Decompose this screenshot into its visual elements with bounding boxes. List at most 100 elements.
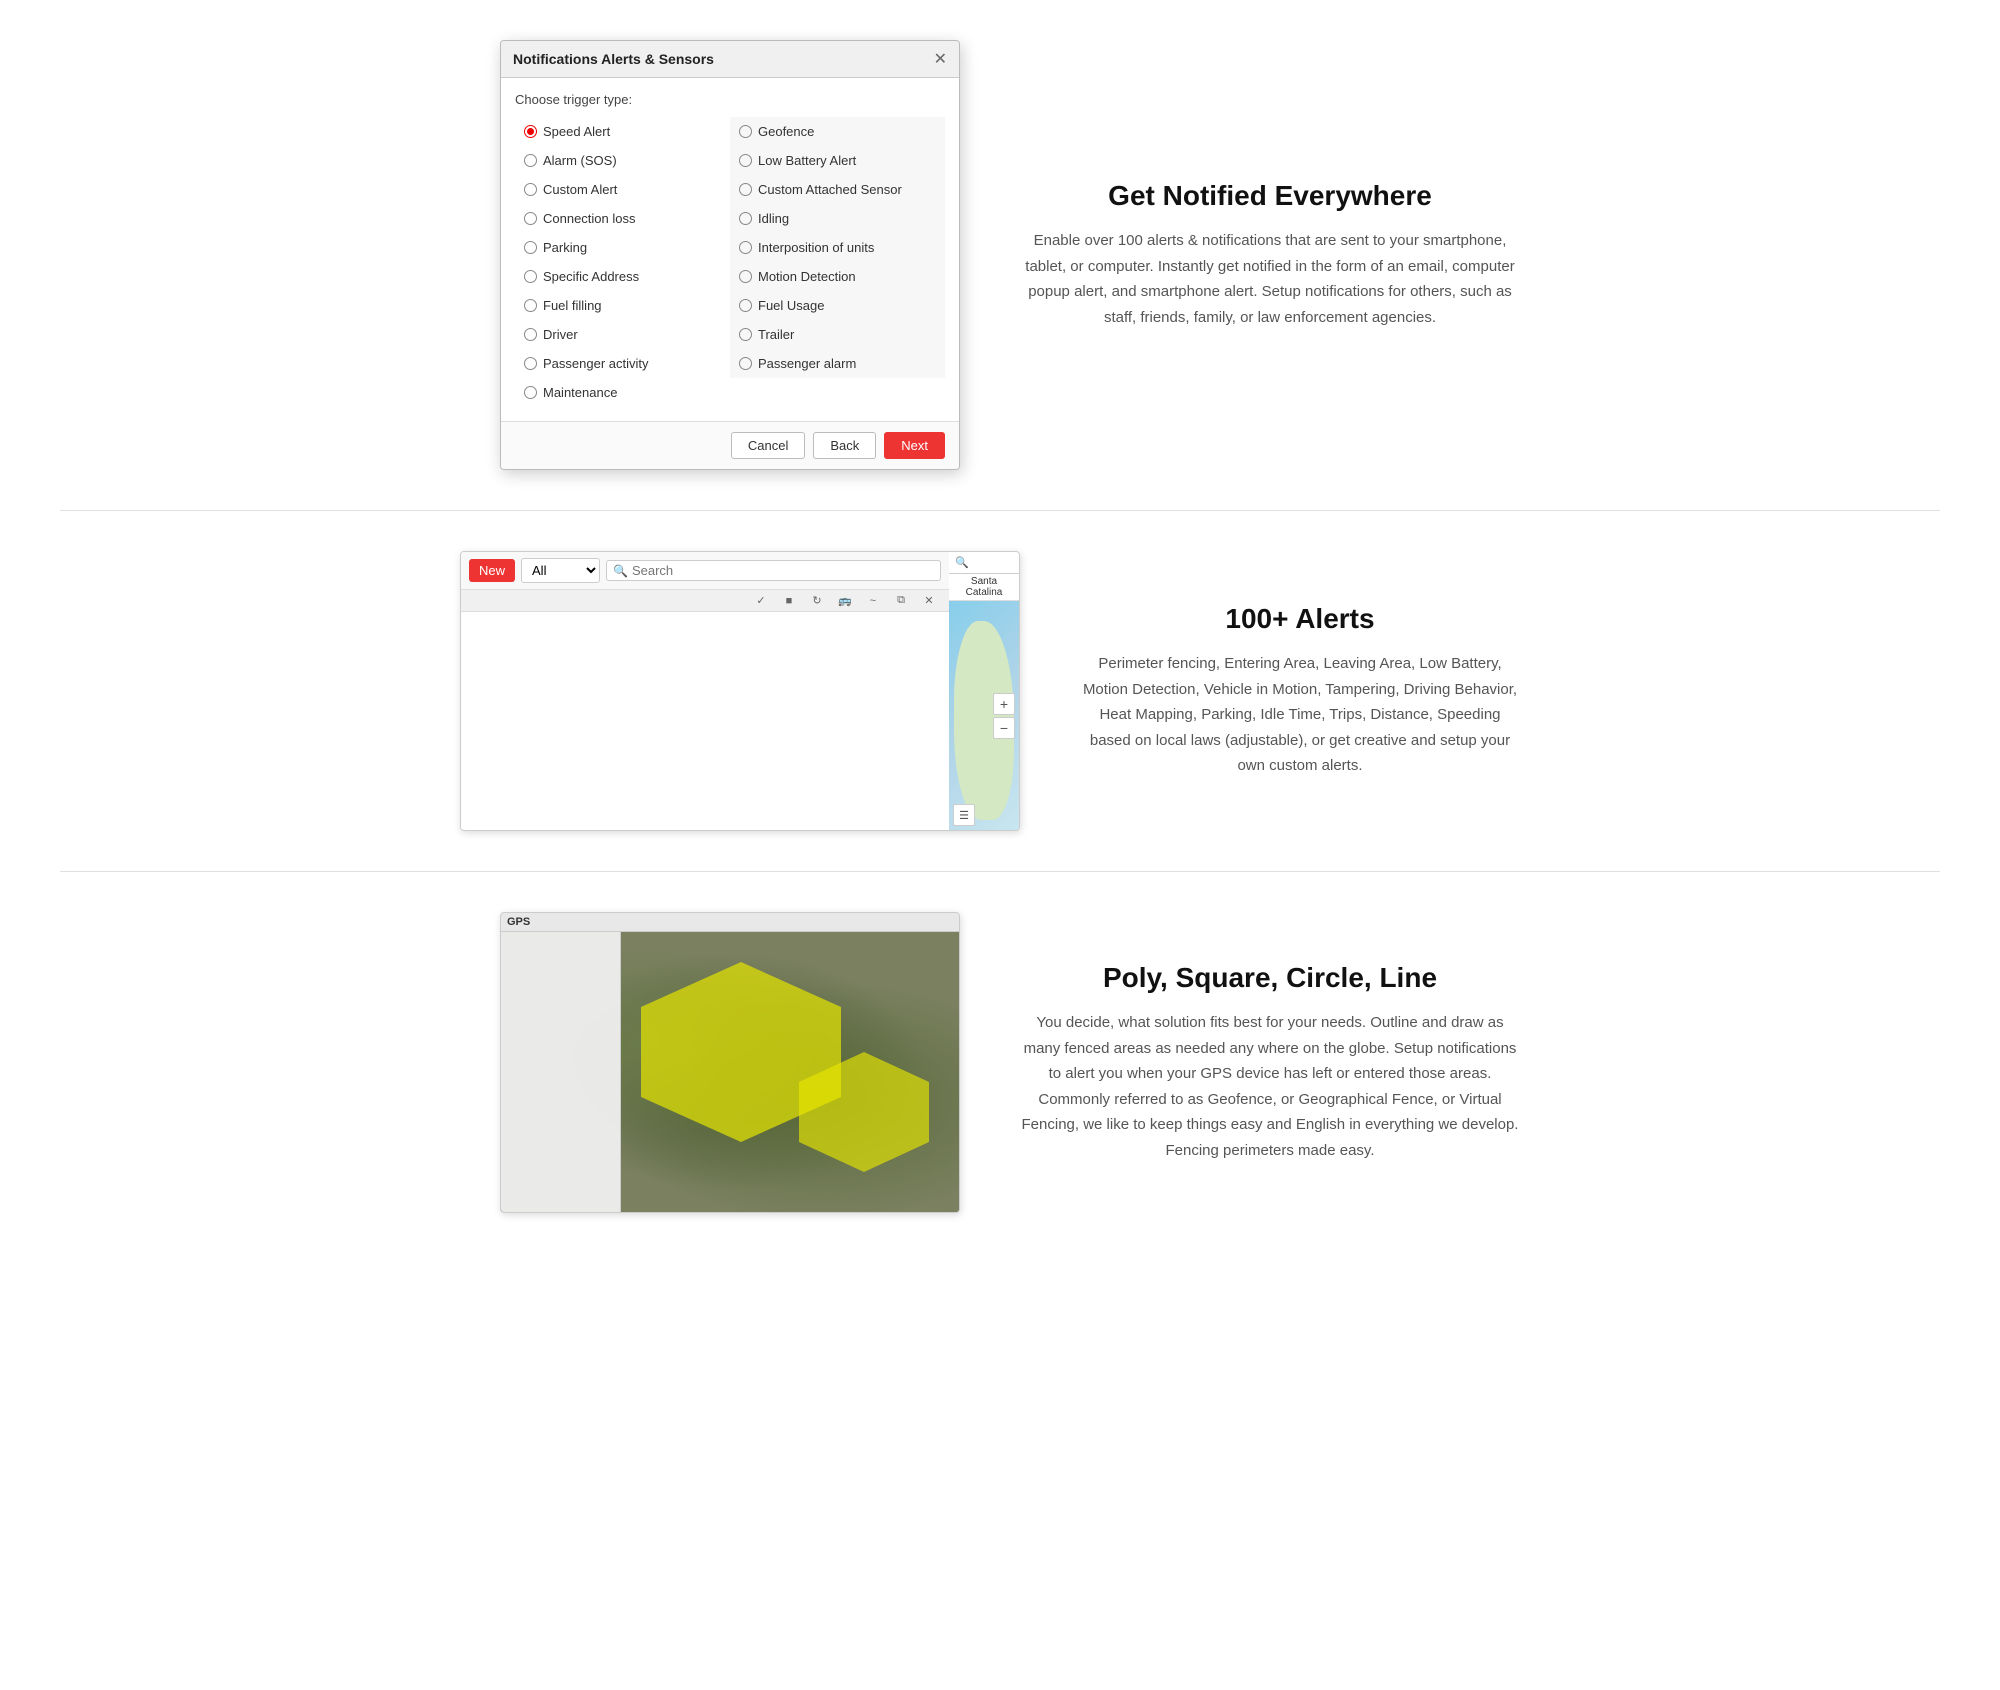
trigger-option[interactable]: Custom Alert — [515, 175, 730, 204]
col-delete: ✕ — [917, 594, 941, 607]
radio-icon — [524, 299, 537, 312]
map-search-icon: 🔍 — [955, 556, 969, 569]
geo-header: GPS — [501, 913, 959, 932]
section3-body: You decide, what solution fits best for … — [1020, 1010, 1520, 1163]
option-label: Connection loss — [543, 211, 636, 226]
section1-body: Enable over 100 alerts & notifications t… — [1020, 228, 1520, 330]
section-notifications: Get Notified Everywhere Enable over 100 … — [400, 0, 1600, 510]
trigger-option[interactable]: Fuel Usage — [730, 291, 945, 320]
radio-icon — [524, 386, 537, 399]
radio-icon — [739, 212, 752, 225]
modal-close-icon[interactable]: ✕ — [934, 49, 947, 69]
option-label: Passenger activity — [543, 356, 649, 371]
radio-icon — [739, 125, 752, 138]
radio-icon — [524, 183, 537, 196]
option-label: Parking — [543, 240, 587, 255]
radio-icon — [739, 241, 752, 254]
option-label: Passenger alarm — [758, 356, 856, 371]
col-refresh: ↻ — [805, 594, 829, 607]
trigger-option[interactable]: Fuel filling — [515, 291, 730, 320]
map-list-icon[interactable]: ☰ — [953, 804, 975, 826]
radio-icon — [524, 241, 537, 254]
trigger-option[interactable]: Interposition of units — [730, 233, 945, 262]
radio-icon — [739, 183, 752, 196]
trigger-option[interactable]: Custom Attached Sensor — [730, 175, 945, 204]
alerts-list: New All Active Inactive 🔍 ✓ — [461, 552, 949, 830]
section2-body: Perimeter fencing, Entering Area, Leavin… — [1080, 651, 1520, 779]
alerts-toolbar: New All Active Inactive 🔍 — [461, 552, 949, 590]
col-device: 🚌 — [833, 594, 857, 607]
option-label: Low Battery Alert — [758, 153, 856, 168]
section1-visual: Notifications Alerts & Sensors ✕ Choose … — [460, 40, 960, 470]
trigger-option[interactable]: Specific Address — [515, 262, 730, 291]
col-check: ✓ — [749, 594, 773, 607]
filter-select[interactable]: All Active Inactive — [521, 558, 600, 583]
notifications-modal: Notifications Alerts & Sensors ✕ Choose … — [500, 40, 960, 470]
next-button[interactable]: Next — [884, 432, 945, 459]
modal-body: Choose trigger type: Speed Alert Geofence… — [501, 78, 959, 421]
section1-text: Get Notified Everywhere Enable over 100 … — [1000, 160, 1540, 350]
trigger-option[interactable]: Alarm (SOS) — [515, 146, 730, 175]
radio-icon — [739, 270, 752, 283]
trigger-option[interactable]: Trailer — [730, 320, 945, 349]
radio-icon — [524, 212, 537, 225]
radio-icon — [739, 328, 752, 341]
cancel-button[interactable]: Cancel — [731, 432, 805, 459]
option-label: Interposition of units — [758, 240, 874, 255]
section3-title: Poly, Square, Circle, Line — [1020, 962, 1520, 994]
geo-map-body — [501, 932, 959, 1212]
new-alert-button[interactable]: New — [469, 559, 515, 582]
zoom-out-button[interactable]: − — [993, 717, 1015, 739]
trigger-option[interactable]: Passenger activity — [515, 349, 730, 378]
trigger-option[interactable]: Low Battery Alert — [730, 146, 945, 175]
modal-header: Notifications Alerts & Sensors ✕ — [501, 41, 959, 78]
map-search-bar: 🔍 — [949, 552, 1019, 574]
search-icon: 🔍 — [613, 564, 628, 578]
option-label: Trailer — [758, 327, 794, 342]
trigger-option[interactable]: Speed Alert — [515, 117, 730, 146]
trigger-option[interactable]: Idling — [730, 204, 945, 233]
radio-icon — [739, 299, 752, 312]
modal-title: Notifications Alerts & Sensors — [513, 51, 714, 67]
radio-icon — [524, 328, 537, 341]
radio-icon — [739, 154, 752, 167]
section1-title: Get Notified Everywhere — [1020, 180, 1520, 212]
search-box: 🔍 — [606, 560, 941, 581]
radio-icon — [524, 357, 537, 370]
section2-visual: New All Active Inactive 🔍 ✓ — [460, 551, 1020, 831]
trigger-option[interactable]: Connection loss — [515, 204, 730, 233]
map-area: + − ☰ — [949, 601, 1019, 830]
option-label: Fuel Usage — [758, 298, 824, 313]
option-label: Custom Attached Sensor — [758, 182, 902, 197]
trigger-option[interactable]: Driver — [515, 320, 730, 349]
section2-title: 100+ Alerts — [1080, 603, 1520, 635]
section-geofence: Poly, Square, Circle, Line You decide, w… — [400, 872, 1600, 1253]
col-num2: ~ — [861, 595, 885, 607]
alerts-rows-container — [461, 612, 949, 830]
section3-visual: GPS — [460, 912, 960, 1213]
trigger-option[interactable]: Passenger alarm — [730, 349, 945, 378]
back-button[interactable]: Back — [813, 432, 876, 459]
map-location-label: Santa Catalina — [949, 574, 1019, 601]
zoom-controls: + − — [993, 693, 1015, 739]
option-label: Speed Alert — [543, 124, 610, 139]
search-input[interactable] — [632, 563, 934, 578]
radio-icon — [524, 154, 537, 167]
option-label: Alarm (SOS) — [543, 153, 617, 168]
section-alerts: New All Active Inactive 🔍 ✓ — [400, 511, 1600, 871]
trigger-option[interactable]: Parking — [515, 233, 730, 262]
trigger-option[interactable]: Geofence — [730, 117, 945, 146]
alerts-column-headers: ✓ ■ ↻ 🚌 ~ ⧉ ✕ — [461, 590, 949, 612]
option-label: Geofence — [758, 124, 814, 139]
col-copy: ⧉ — [889, 594, 913, 607]
option-label: Driver — [543, 327, 578, 342]
trigger-option[interactable]: Maintenance — [515, 378, 730, 407]
section2-text: 100+ Alerts Perimeter fencing, Entering … — [1060, 583, 1540, 799]
option-label: Fuel filling — [543, 298, 602, 313]
option-label: Idling — [758, 211, 789, 226]
trigger-label: Choose trigger type: — [515, 92, 945, 107]
zoom-in-button[interactable]: + — [993, 693, 1015, 715]
trigger-option[interactable]: Motion Detection — [730, 262, 945, 291]
modal-footer: Cancel Back Next — [501, 421, 959, 469]
radio-icon — [524, 270, 537, 283]
